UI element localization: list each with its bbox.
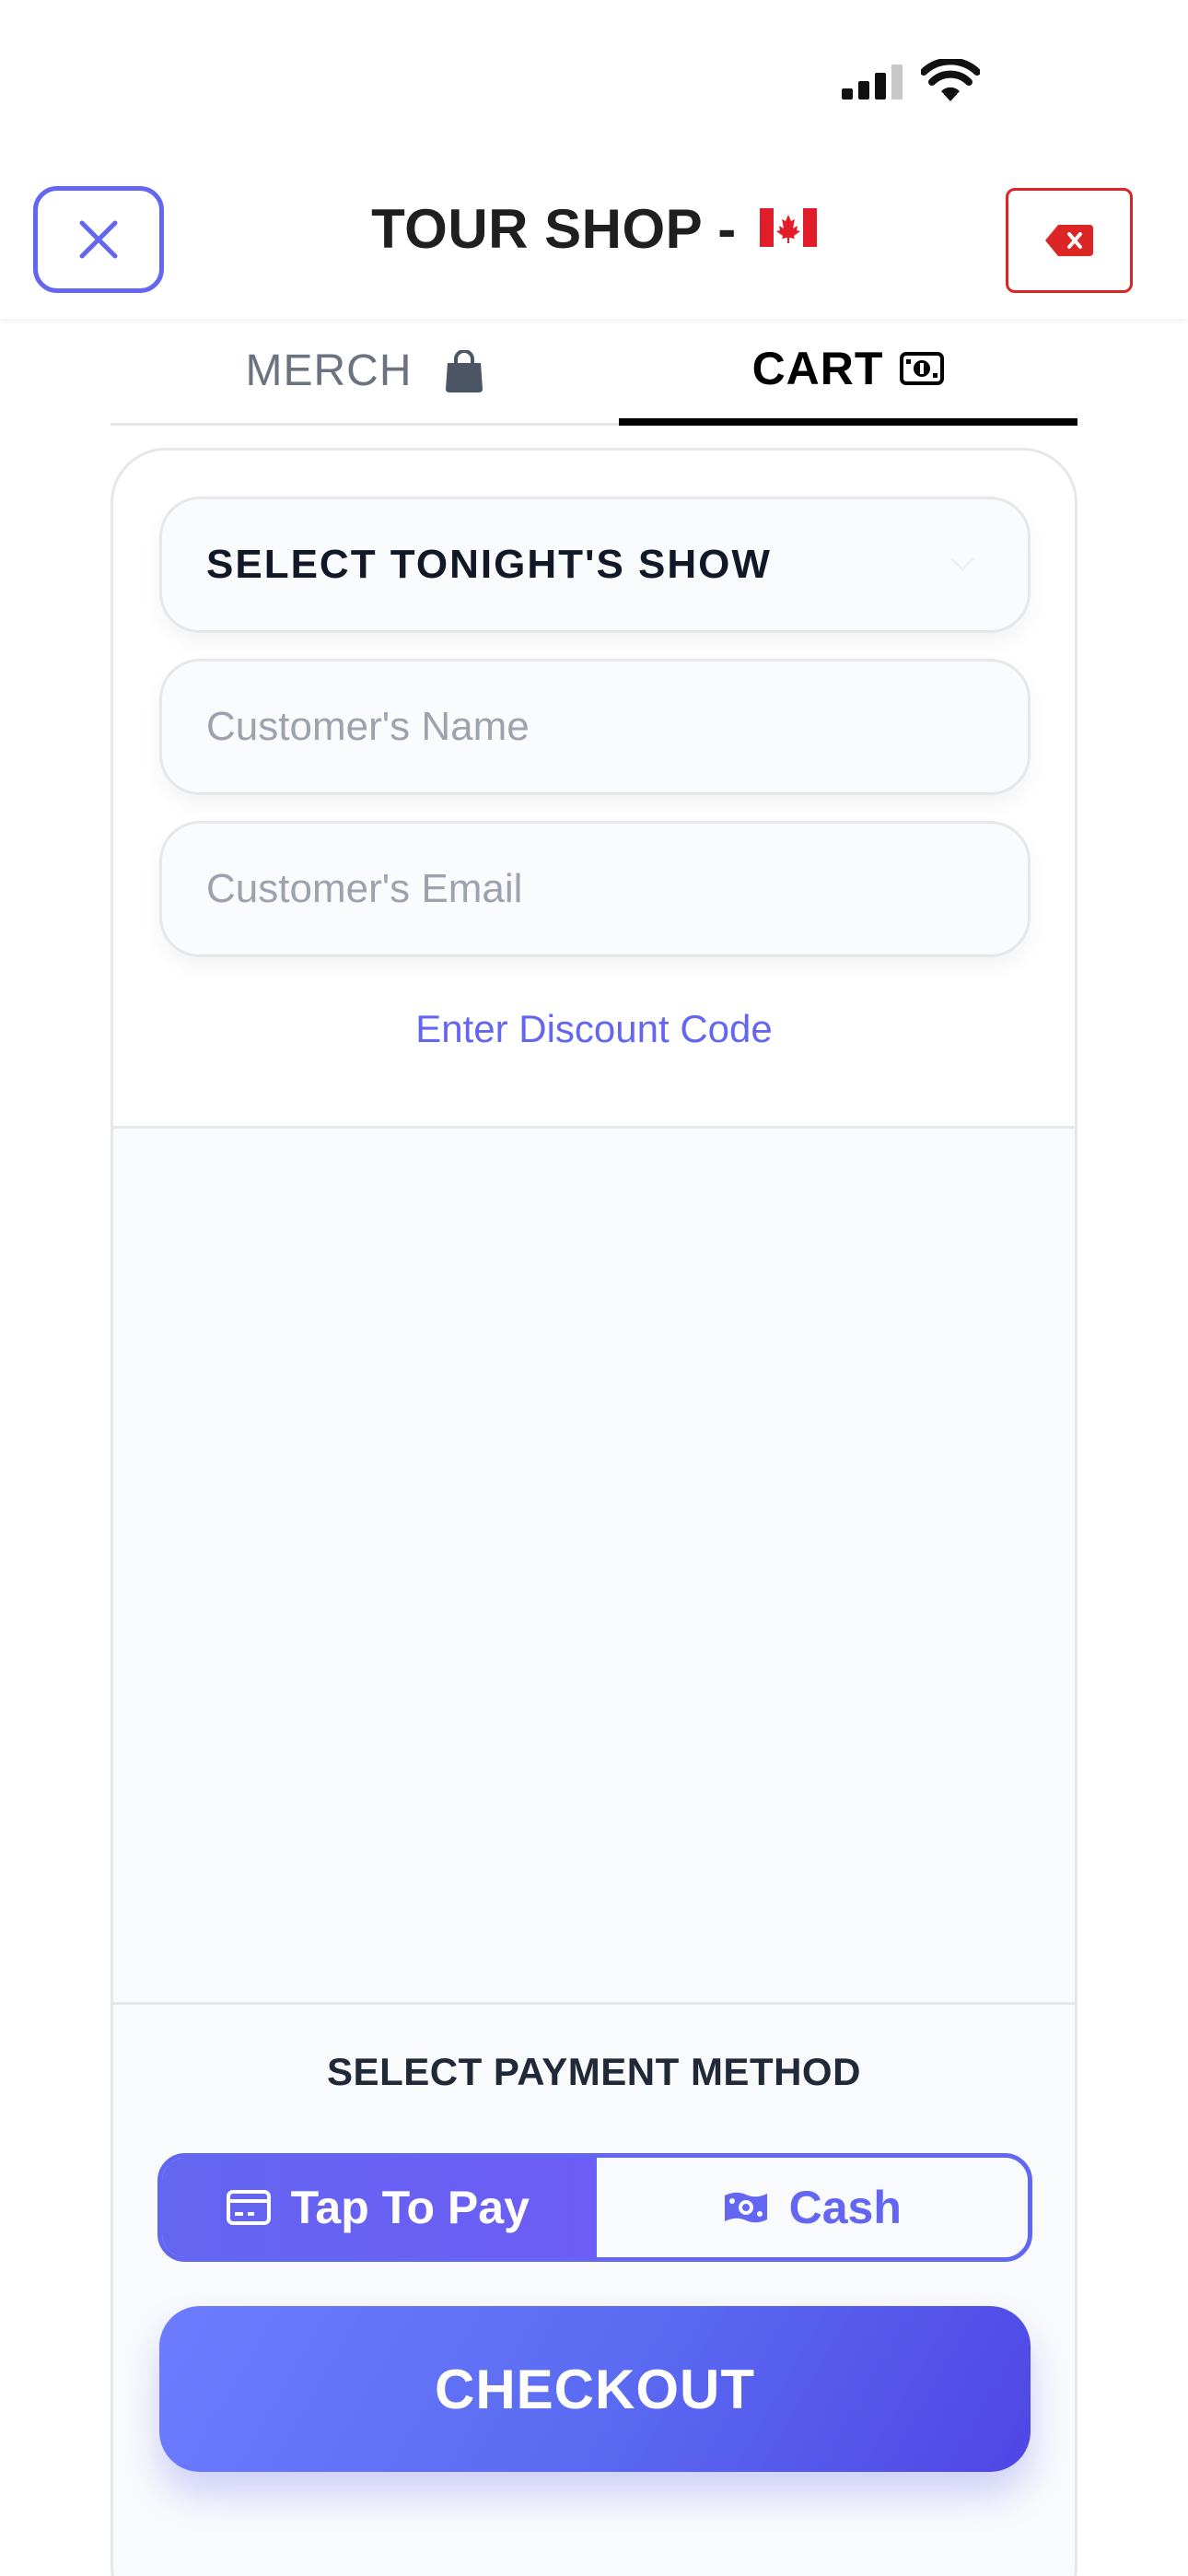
payment-method-toggle: Tap To Pay Cash bbox=[157, 2153, 1032, 2262]
customer-name-input[interactable]: Customer's Name bbox=[159, 659, 1031, 795]
checkout-button[interactable]: CHECKOUT bbox=[159, 2306, 1031, 2472]
discount-code-link[interactable]: Enter Discount Code bbox=[113, 1007, 1075, 1051]
canada-flag-icon bbox=[759, 208, 817, 248]
customer-email-placeholder: Customer's Email bbox=[206, 866, 523, 911]
cart-items-list bbox=[113, 1131, 1075, 2005]
show-select[interactable]: SELECT TONIGHT'S SHOW bbox=[159, 497, 1031, 633]
show-select-value: SELECT TONIGHT'S SHOW bbox=[206, 542, 772, 587]
wifi-icon bbox=[921, 59, 980, 101]
cash-label: Cash bbox=[788, 2182, 902, 2233]
shopping-bag-icon bbox=[444, 349, 484, 392]
backspace-icon bbox=[1045, 225, 1093, 256]
customer-name-placeholder: Customer's Name bbox=[206, 704, 530, 749]
tap-to-pay-option[interactable]: Tap To Pay bbox=[162, 2158, 597, 2257]
cellular-signal-icon bbox=[842, 64, 903, 100]
clear-cart-button[interactable] bbox=[1006, 188, 1133, 293]
tab-cart-label: CART bbox=[751, 343, 884, 394]
page-title-text: TOUR SHOP - bbox=[371, 198, 737, 260]
tab-merch[interactable]: MERCH bbox=[111, 319, 619, 426]
chevron-down-icon bbox=[949, 556, 975, 572]
cart-card: SELECT TONIGHT'S SHOW Customer's Name Cu… bbox=[111, 448, 1077, 2576]
credit-card-icon bbox=[226, 2190, 271, 2225]
tab-merch-label: MERCH bbox=[245, 346, 413, 395]
payment-method-label: SELECT PAYMENT METHOD bbox=[327, 2050, 861, 2093]
cash-icon bbox=[900, 352, 945, 385]
customer-form: SELECT TONIGHT'S SHOW Customer's Name Cu… bbox=[113, 451, 1075, 1129]
cash-icon bbox=[723, 2190, 769, 2225]
app-header: TOUR SHOP - bbox=[0, 157, 1188, 319]
customer-email-input[interactable]: Customer's Email bbox=[159, 821, 1031, 957]
tab-cart[interactable]: CART bbox=[619, 319, 1077, 426]
tap-to-pay-label: Tap To Pay bbox=[290, 2182, 530, 2233]
cash-option[interactable]: Cash bbox=[596, 2158, 1028, 2257]
tab-bar: MERCH CART bbox=[111, 319, 1077, 426]
status-bar bbox=[0, 0, 1188, 157]
